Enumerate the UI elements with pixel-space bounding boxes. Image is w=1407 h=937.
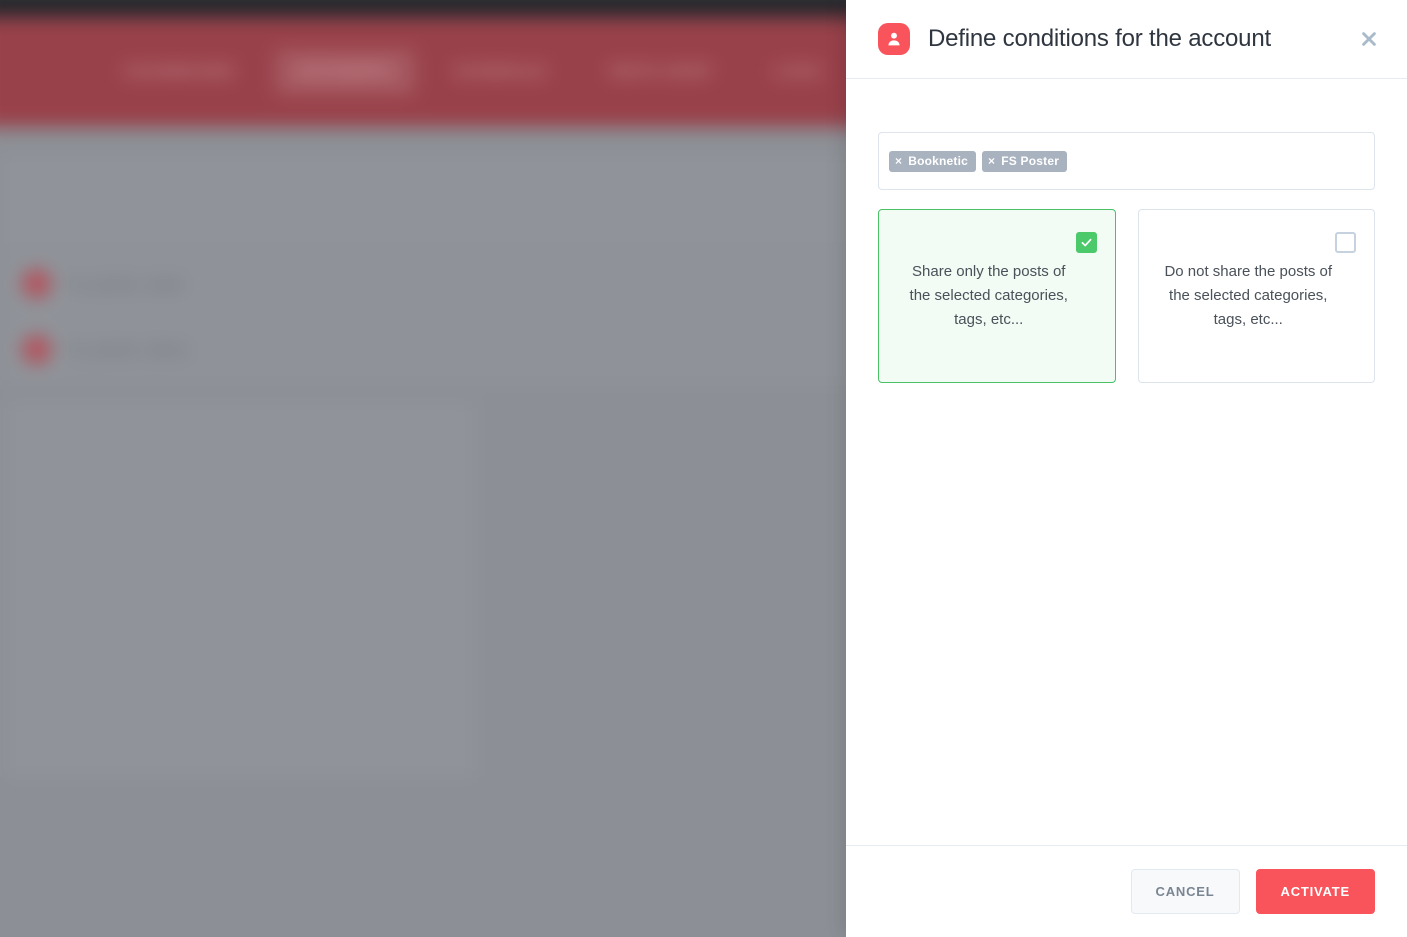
checkbox-unchecked-icon[interactable] [1335,232,1356,253]
nav-item-schedule[interactable]: SCHEDULE [432,49,571,95]
option-card-do-not-share[interactable]: Do not share the posts of the selected c… [1137,209,1375,383]
page-title: Define conditions for the account [928,25,1271,52]
avatar [22,334,51,364]
tag-chip-fs-poster[interactable]: × FS Poster [982,150,1068,172]
screen-root: DASHBOARD ACCOUNTS SCHEDULE INSTA SHOP L… [0,0,1407,937]
modal-header: Define conditions for the account [846,0,1407,79]
nav-item-dashboard[interactable]: DASHBOARD [102,49,257,95]
conditions-modal: Define conditions for the account × Book… [846,0,1407,937]
tag-chip-booknetic[interactable]: × Booknetic [889,150,977,172]
close-icon[interactable] [1352,22,1386,56]
option-label: Share only the posts of the selected cat… [909,263,1068,328]
activate-button[interactable]: ACTIVATE [1255,869,1375,914]
chip-remove-icon[interactable]: × [895,155,902,167]
chip-label: FS Poster [1001,153,1060,168]
modal-body: × Booknetic × FS Poster Share only the p… [846,79,1407,845]
list-item-label: fs_poster_demo [69,340,189,358]
user-avatar-icon [878,23,910,55]
cancel-button[interactable]: CANCEL [1130,869,1240,914]
nav-item-logs[interactable]: LOGS [751,49,844,95]
option-label: Do not share the posts of the selected c… [1164,263,1333,328]
conditions-tag-input[interactable]: × Booknetic × FS Poster [878,132,1375,190]
condition-options: Share only the posts of the selected cat… [878,209,1375,383]
nav-item-accounts[interactable]: ACCOUNTS [273,48,416,96]
list-item-label: fs_poster_main [69,274,184,292]
details-panel [7,403,474,776]
option-card-share-only[interactable]: Share only the posts of the selected cat… [878,209,1116,383]
avatar [22,268,51,298]
chip-remove-icon[interactable]: × [988,155,995,167]
checkbox-checked-icon[interactable] [1075,232,1097,253]
modal-footer: CANCEL ACTIVATE [846,845,1407,937]
nav-item-insta-shop[interactable]: INSTA SHOP [587,49,735,95]
chip-label: Booknetic [908,153,969,168]
